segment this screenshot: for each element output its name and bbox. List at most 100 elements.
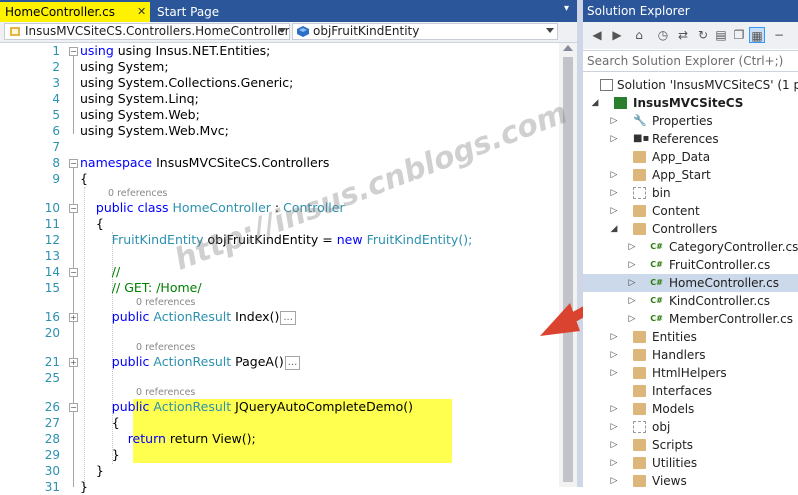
code-line[interactable]: public ActionResult PageA()... [80,354,301,370]
project-node[interactable]: ◢ InsusMVCSiteCS [583,94,798,112]
tree-item-app-data[interactable]: App_Data [583,148,798,166]
chevron-right-icon[interactable]: ▷ [610,166,618,184]
code-line[interactable]: public ActionResult Index()... [80,309,296,325]
tab-home-controller[interactable]: HomeController.cs ✕ [0,2,150,22]
refresh-icon[interactable]: ↻ [695,27,711,43]
code-line[interactable]: } [80,463,104,479]
code-line[interactable]: using System.Web.Mvc; [80,123,229,139]
code-line[interactable]: { [80,216,104,232]
code-line[interactable]: } [80,479,88,495]
chevron-right-icon[interactable]: ▷ [610,454,618,472]
code-line[interactable]: using System; [80,59,169,75]
copy-icon[interactable]: ❐ [731,27,747,43]
chevron-right-icon[interactable]: ▷ [610,112,618,130]
tree-item-htmlhelpers[interactable]: ▷ HtmlHelpers [583,364,798,382]
tree-item-interfaces[interactable]: Interfaces [583,382,798,400]
tree-item-obj[interactable]: ▷ obj [583,418,798,436]
code-editor[interactable]: HomeController.cs ✕ Start Page ▾ InsusMV… [0,0,583,494]
minus-icon[interactable]: − [771,27,787,43]
code-text: ActionResult [153,309,232,324]
tab-label: Start Page [157,5,220,19]
tree-item-properties[interactable]: ▷ 🔧 Properties [583,112,798,130]
tab-overflow-icon[interactable]: ▾ [564,3,569,14]
class-dropdown[interactable]: InsusMVCSiteCS.Controllers.HomeControlle… [4,23,290,40]
tree-item-handlers[interactable]: ▷ Handlers [583,346,798,364]
history-icon[interactable]: ◷ [655,27,671,43]
tree-item-scripts[interactable]: ▷ Scripts [583,436,798,454]
chevron-right-icon[interactable]: ▷ [610,130,618,148]
tree-item-bin[interactable]: ▷ bin [583,184,798,202]
chevron-right-icon[interactable]: ▷ [628,292,636,310]
show-all-files-icon[interactable]: ▦ [749,27,765,43]
web-project-icon [614,97,627,109]
expand-icon[interactable]: + [69,358,78,367]
collapsed-region[interactable]: ... [280,310,296,325]
chevron-right-icon[interactable]: ▷ [610,400,618,418]
chevron-right-icon[interactable]: ▷ [610,202,618,220]
back-icon[interactable]: ◀ [589,27,605,43]
solution-node[interactable]: Solution 'InsusMVCSiteCS' (1 proje [583,76,798,94]
sync-icon[interactable]: ⇄ [675,27,691,43]
line-number: 10 [44,201,60,215]
collapsed-region[interactable]: ... [284,355,301,370]
line-number: 15 [44,281,60,295]
collapse-all-icon[interactable]: ▤ [713,27,729,43]
tree-item-references[interactable]: ▷ ■▪ References [583,130,798,148]
tree-item-category-controller[interactable]: ▷ C# CategoryController.cs [583,238,798,256]
code-text: using System; [80,59,169,74]
member-dropdown[interactable]: objFruitKindEntity [292,23,558,40]
code-line[interactable]: namespace InsusMVCSiteCS.Controllers [80,155,329,171]
collapse-icon[interactable]: − [69,403,78,412]
tree-item-views[interactable]: ▷ Views [583,472,798,487]
tree-item-home-controller[interactable]: ▷ C# HomeController.cs [583,274,798,292]
code-line[interactable]: using System.Linq; [80,91,199,107]
code-line[interactable]: using using Insus.NET.Entities; [80,43,270,59]
chevron-right-icon[interactable]: ▷ [628,274,636,292]
tree-item-controllers[interactable]: ◢ Controllers [583,220,798,238]
chevron-right-icon[interactable]: ▷ [610,346,618,364]
tree-item-entities[interactable]: ▷ Entities [583,328,798,346]
code-line[interactable]: } [80,447,120,463]
line-number: 6 [52,124,60,138]
scroll-up-icon[interactable] [563,45,573,51]
tree-item-content[interactable]: ▷ Content [583,202,798,220]
chevron-right-icon[interactable]: ▷ [610,364,618,382]
chevron-right-icon[interactable]: ▷ [610,436,618,454]
folder-icon [633,385,646,397]
expanded-icon[interactable]: ◢ [610,220,618,238]
tree-item-member-controller[interactable]: ▷ C# MemberController.cs [583,310,798,328]
forward-icon[interactable]: ▶ [609,27,625,43]
tree-item-models[interactable]: ▷ Models [583,400,798,418]
tree-item-app-start[interactable]: ▷ App_Start [583,166,798,184]
code-line[interactable]: { [80,171,88,187]
code-line[interactable]: // [80,264,120,280]
collapse-icon[interactable]: − [69,204,78,213]
code-line[interactable]: // GET: /Home/ [80,280,202,296]
close-icon[interactable]: ✕ [137,2,146,22]
expanded-icon[interactable]: ◢ [591,94,599,112]
chevron-right-icon[interactable]: ▷ [610,418,618,436]
solution-search-input[interactable]: Search Solution Explorer (Ctrl+;) [583,50,798,72]
home-icon[interactable]: ⌂ [631,27,647,43]
chevron-right-icon[interactable]: ▷ [610,328,618,346]
expand-icon[interactable]: + [69,313,78,322]
code-text: using System.Collections.Generic; [80,75,294,90]
tree-item-kind-controller[interactable]: ▷ C# KindController.cs [583,292,798,310]
collapse-icon[interactable]: − [69,268,78,277]
chevron-right-icon[interactable]: ▷ [628,310,636,328]
chevron-right-icon[interactable]: ▷ [628,238,636,256]
code-line[interactable]: using System.Web; [80,107,200,123]
chevron-right-icon[interactable]: ▷ [610,184,618,202]
code-line[interactable]: { [80,415,120,431]
tab-start-page[interactable]: Start Page [152,2,232,22]
line-number: 26 [44,400,60,414]
code-line[interactable]: using System.Collections.Generic; [80,75,293,91]
code-line[interactable]: return return View(); [80,431,256,447]
tree-item-utilities[interactable]: ▷ Utilities [583,454,798,472]
collapse-icon[interactable]: − [69,159,78,168]
chevron-right-icon[interactable]: ▷ [628,256,636,274]
code-line[interactable]: public ActionResult JQueryAutoCompleteDe… [80,399,413,415]
chevron-right-icon[interactable]: ▷ [610,472,618,487]
tree-item-fruit-controller[interactable]: ▷ C# FruitController.cs [583,256,798,274]
collapse-icon[interactable]: − [69,47,78,56]
